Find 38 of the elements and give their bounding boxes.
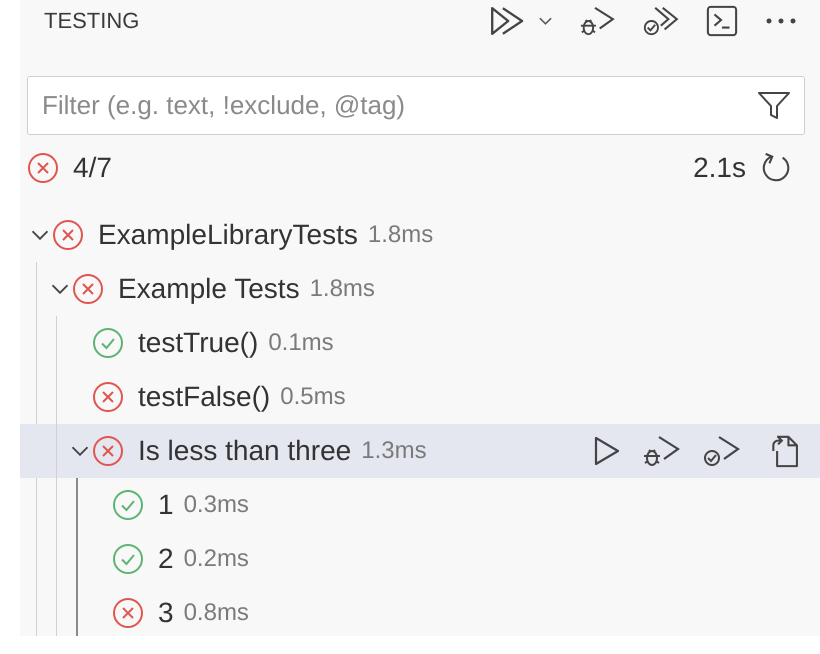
tree-item[interactable]: ExampleLibraryTests 1.8ms	[20, 208, 820, 262]
test-duration: 0.5ms	[280, 383, 346, 411]
test-duration: 0.8ms	[184, 599, 249, 627]
test-count: 4/7	[73, 152, 112, 184]
tree-item[interactable]: 1 0.3ms	[20, 478, 820, 532]
tree-item[interactable]: testFalse() 0.5ms	[20, 370, 820, 424]
run-duration: 2.1s	[693, 152, 746, 184]
test-duration: 1.8ms	[310, 275, 375, 303]
chevron-down-icon[interactable]	[538, 16, 553, 26]
filter-icon[interactable]	[757, 90, 791, 120]
test-duration: 0.3ms	[184, 491, 249, 519]
more-icon[interactable]	[764, 16, 798, 26]
test-duration: 0.1ms	[268, 329, 334, 357]
tree-item[interactable]: Is less than three 1.3ms	[20, 424, 820, 478]
tree-item[interactable]: 3 0.8ms	[20, 586, 820, 636]
test-duration: 1.3ms	[361, 437, 427, 465]
coverage-run-icon[interactable]	[642, 5, 680, 37]
debug-run-icon[interactable]	[642, 434, 682, 468]
test-name: 3	[158, 597, 174, 629]
test-duration: 1.8ms	[368, 221, 434, 249]
test-name: testFalse()	[138, 381, 270, 413]
run-all-icon[interactable]	[489, 5, 526, 37]
tree-item[interactable]: testTrue() 0.1ms	[20, 316, 820, 370]
test-name: 1	[158, 489, 174, 521]
panel-title: TESTING	[44, 8, 140, 34]
refresh-icon[interactable]	[760, 152, 792, 184]
terminal-icon[interactable]	[706, 5, 738, 37]
test-name: testTrue()	[138, 327, 258, 359]
debug-run-icon[interactable]	[578, 5, 616, 37]
tree-item[interactable]: 2 0.2ms	[20, 532, 820, 586]
coverage-run-icon[interactable]	[702, 434, 742, 468]
filter-field[interactable]: Filter (e.g. text, !exclude, @tag)	[27, 76, 805, 135]
test-name: ExampleLibraryTests	[98, 219, 358, 251]
test-name: Is less than three	[138, 435, 352, 467]
tree-item[interactable]: Example Tests 1.8ms	[20, 262, 820, 316]
test-duration: 0.2ms	[184, 545, 249, 573]
test-name: Example Tests	[118, 273, 300, 305]
test-name: 2	[158, 543, 174, 575]
